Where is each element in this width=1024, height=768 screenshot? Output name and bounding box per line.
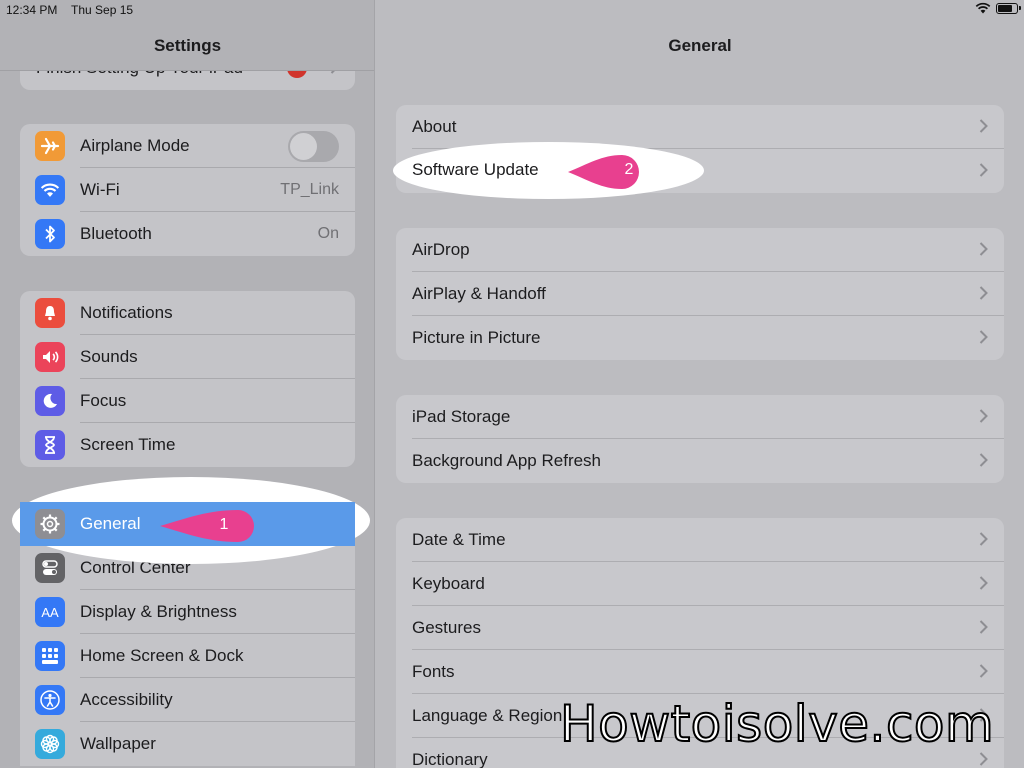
chevron-right-icon xyxy=(979,532,988,546)
row-airdrop[interactable]: AirDrop xyxy=(396,228,1004,272)
row-label: Picture in Picture xyxy=(412,328,541,347)
bluetooth-icon xyxy=(35,219,65,249)
row-keyboard[interactable]: Keyboard xyxy=(396,562,1004,606)
callout-number-2: 2 xyxy=(624,161,634,178)
row-about[interactable]: About xyxy=(396,105,1004,149)
sidebar-item-label: Bluetooth xyxy=(80,224,152,243)
sidebar-item-label: Focus xyxy=(80,391,127,410)
row-label: iPad Storage xyxy=(412,407,511,426)
sidebar-item-display-brightness[interactable]: AA Display & Brightness xyxy=(20,590,355,634)
row-fonts[interactable]: Fonts xyxy=(396,650,1004,694)
general-label: General xyxy=(80,514,141,533)
bluetooth-value: On xyxy=(317,225,339,242)
notifications-group: Notifications Sounds Focus Screen Time xyxy=(20,291,355,467)
sidebar-item-airplane-mode[interactable]: Airplane Mode xyxy=(20,124,355,168)
chevron-right-icon xyxy=(979,409,988,423)
row-label: Keyboard xyxy=(412,574,485,593)
connectivity-group: Airplane Mode Wi-Fi TP_Link Bluetooth On xyxy=(20,124,355,256)
sidebar-item-label: Screen Time xyxy=(80,435,176,454)
row-label: Background App Refresh xyxy=(412,451,602,470)
row-label: Date & Time xyxy=(412,530,506,549)
software-update-label: Software Update xyxy=(412,160,539,179)
text-size-icon: AA xyxy=(35,597,65,627)
sidebar-item-label: Display & Brightness xyxy=(80,602,237,621)
row-label: Language & Region xyxy=(412,706,563,725)
chevron-right-icon xyxy=(979,242,988,256)
speaker-icon xyxy=(35,342,65,372)
chevron-right-icon xyxy=(979,163,988,177)
hourglass-icon xyxy=(35,430,65,460)
watermark-text: Howtoisolve.com xyxy=(559,694,995,754)
airdrop-group: AirDrop AirPlay & Handoff Picture in Pic… xyxy=(396,228,1004,360)
storage-group: iPad Storage Background App Refresh xyxy=(396,395,1004,483)
header-divider xyxy=(0,70,374,71)
detail-title: General xyxy=(668,36,732,55)
sidebar-title-overlay: Settings xyxy=(153,36,222,55)
chevron-right-icon xyxy=(979,752,988,766)
airplane-mode-toggle[interactable] xyxy=(288,130,339,162)
flower-icon xyxy=(35,729,65,759)
chevron-right-icon xyxy=(979,286,988,300)
sidebar-item-label: Accessibility xyxy=(80,690,173,709)
row-date-time[interactable]: Date & Time xyxy=(396,518,1004,562)
chevron-right-icon xyxy=(979,576,988,590)
row-label: AirPlay & Handoff xyxy=(412,284,546,303)
status-bar: 12:34 PM Thu Sep 15 xyxy=(0,0,1024,22)
gear-icon xyxy=(35,509,65,539)
general-detail-pane: General About Software Update AirDrop Ai… xyxy=(376,0,1024,768)
row-airplay-handoff[interactable]: AirPlay & Handoff xyxy=(396,272,1004,316)
bell-icon xyxy=(35,298,65,328)
chevron-right-icon xyxy=(979,119,988,133)
wifi-icon xyxy=(35,175,65,205)
grid-icon xyxy=(35,641,65,671)
chevron-right-icon xyxy=(979,620,988,634)
airplane-icon xyxy=(35,131,65,161)
callout-arrow-1 xyxy=(160,510,254,542)
chevron-right-icon xyxy=(979,330,988,344)
wifi-network-value: TP_Link xyxy=(280,181,339,198)
row-label: AirDrop xyxy=(412,240,470,259)
settings-sidebar: Settings Finish Setting Up Your iPad Set… xyxy=(0,0,375,768)
status-date: Thu Sep 15 xyxy=(71,3,134,17)
sidebar-item-label: Wi-Fi xyxy=(80,180,120,199)
row-gestures[interactable]: Gestures xyxy=(396,606,1004,650)
sidebar-item-focus[interactable]: Focus xyxy=(20,379,355,423)
battery-icon xyxy=(996,2,1021,14)
sidebar-item-sounds[interactable]: Sounds xyxy=(20,335,355,379)
sidebar-item-label: Notifications xyxy=(80,303,173,322)
sidebar-item-label: Home Screen & Dock xyxy=(80,646,244,665)
sidebar-item-home-screen[interactable]: Home Screen & Dock xyxy=(20,634,355,678)
accessibility-icon xyxy=(35,685,65,715)
callout-number-1: 1 xyxy=(219,516,229,533)
sidebar-item-wallpaper[interactable]: Wallpaper xyxy=(20,722,355,766)
sidebar-item-bluetooth[interactable]: Bluetooth On xyxy=(20,212,355,256)
row-label: Gestures xyxy=(412,618,481,637)
row-ipad-storage[interactable]: iPad Storage xyxy=(396,395,1004,439)
wifi-status-icon xyxy=(975,2,991,14)
row-background-app-refresh[interactable]: Background App Refresh xyxy=(396,439,1004,483)
sidebar-item-label: Sounds xyxy=(80,347,138,366)
row-picture-in-picture[interactable]: Picture in Picture xyxy=(396,316,1004,360)
sidebar-item-label: Wallpaper xyxy=(80,734,156,753)
sidebar-item-accessibility[interactable]: Accessibility xyxy=(20,678,355,722)
sidebar-item-screen-time[interactable]: Screen Time xyxy=(20,423,355,467)
moon-icon xyxy=(35,386,65,416)
sidebar-item-wifi[interactable]: Wi-Fi TP_Link xyxy=(20,168,355,212)
sidebar-item-notifications[interactable]: Notifications xyxy=(20,291,355,335)
row-label: Fonts xyxy=(412,662,455,681)
row-label: About xyxy=(412,117,457,136)
row-label: Dictionary xyxy=(412,750,488,768)
chevron-right-icon xyxy=(979,453,988,467)
status-time: 12:34 PM xyxy=(6,3,58,17)
sidebar-item-label: Airplane Mode xyxy=(80,136,190,155)
chevron-right-icon xyxy=(979,664,988,678)
toggles-icon xyxy=(35,553,65,583)
